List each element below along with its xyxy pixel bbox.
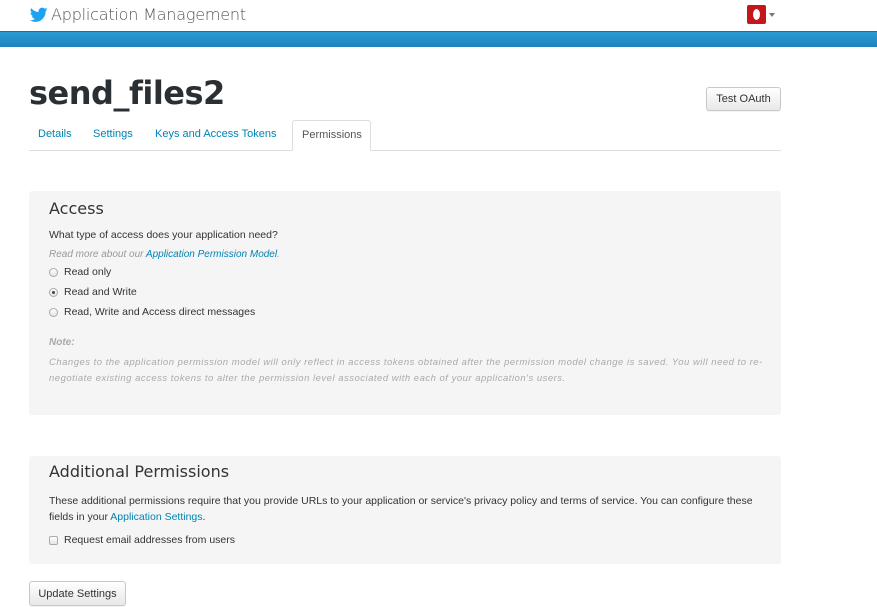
tab-settings[interactable]: Settings — [84, 120, 142, 151]
radio-read-write-dm[interactable]: Read, Write and Access direct messages — [49, 306, 255, 318]
radio-button-checked[interactable] — [49, 287, 58, 297]
twitter-bird-icon — [30, 7, 48, 22]
permission-model-link[interactable]: Application Permission Model — [146, 249, 277, 260]
note-label: Note: — [49, 337, 75, 348]
radio-read-only[interactable]: Read only — [49, 266, 111, 278]
read-more-text: Read more about our Application Permissi… — [49, 249, 280, 260]
update-settings-button[interactable]: Update Settings — [29, 581, 126, 606]
user-menu[interactable] — [747, 5, 775, 24]
read-more-suffix: . — [277, 249, 280, 260]
test-oauth-button[interactable]: Test OAuth — [706, 87, 781, 111]
access-panel: Access What type of access does your app… — [29, 191, 781, 415]
tab-bar: Details Settings Keys and Access Tokens … — [29, 120, 781, 151]
request-email-checkbox[interactable] — [49, 535, 58, 545]
application-settings-link[interactable]: Application Settings — [110, 511, 202, 523]
radio-label: Read, Write and Access direct messages — [64, 306, 256, 318]
request-email-label: Request email addresses from users — [64, 534, 235, 546]
note-text: Changes to the application permission mo… — [49, 357, 763, 384]
header-band — [0, 31, 877, 47]
caret-down-icon[interactable] — [769, 12, 775, 17]
brand[interactable]: Application Management — [30, 5, 246, 24]
app-title: Application Management — [51, 5, 246, 24]
additional-text-suffix: . — [202, 511, 206, 523]
additional-permissions-panel: Additional Permissions These additional … — [29, 456, 781, 564]
additional-permissions-heading: Additional Permissions — [49, 462, 230, 481]
radio-label: Read and Write — [64, 286, 137, 298]
page-title: send_files2 — [29, 74, 225, 112]
read-more-prefix: Read more about our — [49, 249, 146, 260]
tab-details[interactable]: Details — [29, 120, 81, 151]
access-question: What type of access does your applicatio… — [49, 229, 278, 241]
top-navbar: Application Management — [0, 0, 877, 31]
access-heading: Access — [49, 199, 104, 218]
radio-button[interactable] — [49, 267, 58, 277]
radio-read-and-write[interactable]: Read and Write — [49, 286, 137, 298]
request-email-option[interactable]: Request email addresses from users — [49, 534, 235, 546]
tab-permissions[interactable]: Permissions — [292, 120, 371, 151]
user-avatar-icon[interactable] — [747, 5, 766, 24]
tab-keys-and-access-tokens[interactable]: Keys and Access Tokens — [146, 120, 285, 151]
additional-permissions-text: These additional permissions require tha… — [49, 493, 769, 525]
radio-button[interactable] — [49, 307, 58, 317]
radio-label: Read only — [64, 266, 112, 278]
